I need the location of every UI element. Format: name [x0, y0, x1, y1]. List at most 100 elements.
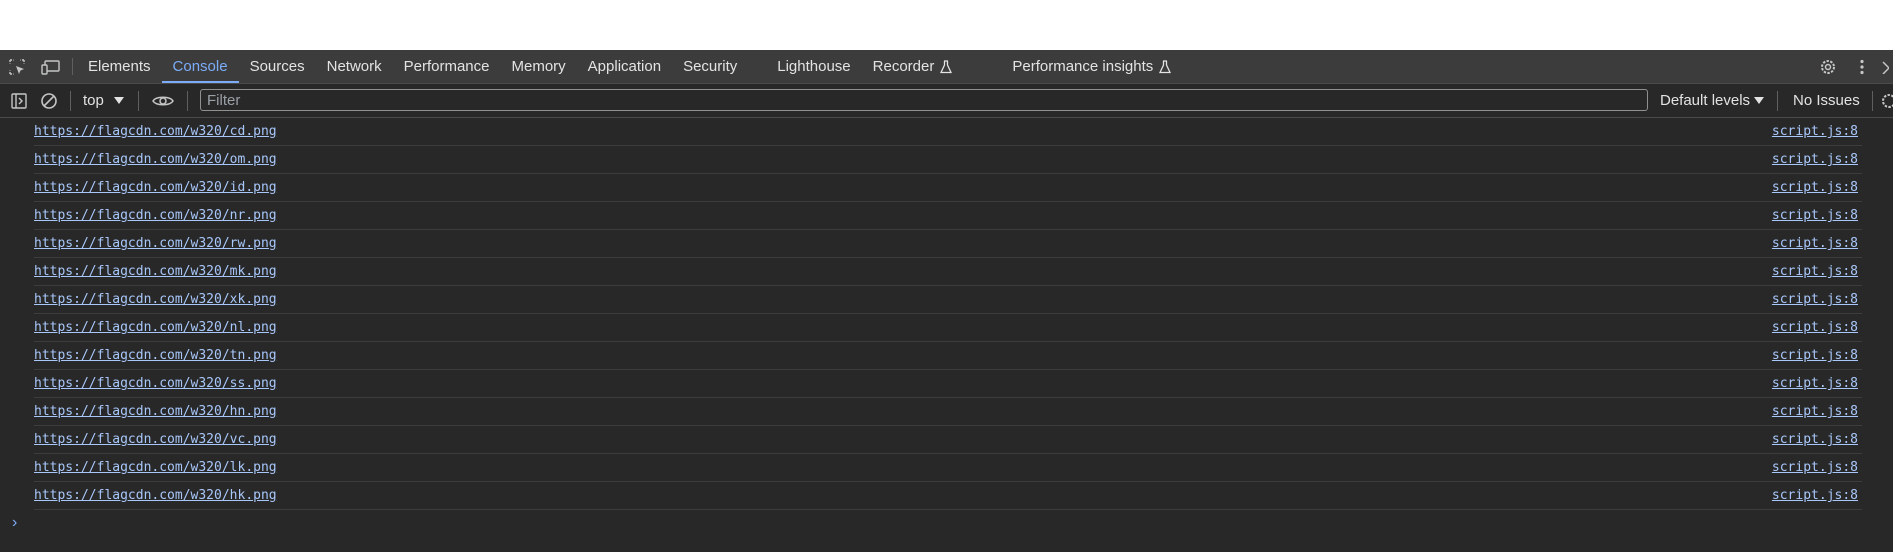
toolbar-divider [186, 90, 188, 111]
toolbar-divider [1872, 91, 1873, 111]
tab-spacer [963, 50, 1001, 83]
toolbar-divider [137, 90, 139, 111]
tab-label: Elements [88, 58, 151, 75]
console-toolbar: top Default levels No Issues [0, 84, 1893, 118]
console-message-row: https://flagcdn.com/w320/xk.png script.js… [34, 286, 1862, 314]
tab-label: Application [587, 58, 662, 75]
console-message-row: https://flagcdn.com/w320/lk.png script.js… [34, 454, 1862, 482]
toolbar-divider [70, 90, 71, 111]
tab-lighthouse[interactable]: Lighthouse [766, 50, 861, 83]
console-message-row: https://flagcdn.com/w320/tn.png script.js… [34, 342, 1862, 370]
tab-elements[interactable]: Elements [77, 50, 162, 83]
console-message-row: https://flagcdn.com/w320/id.png script.js… [34, 174, 1862, 202]
chevron-down-icon [1754, 97, 1765, 104]
inspect-element-icon[interactable] [0, 50, 34, 83]
experiment-flask-icon [940, 59, 953, 74]
sidebar-toggle-icon[interactable] [4, 84, 34, 117]
tab-recorder[interactable]: Recorder [862, 50, 964, 83]
issues-label: No Issues [1793, 92, 1860, 109]
more-vertical-icon[interactable] [1845, 58, 1879, 76]
tab-label: Memory [511, 58, 566, 75]
tab-list: Elements Console Sources Network Performance… [77, 50, 1182, 83]
tab-spacer [748, 50, 766, 83]
message-link[interactable]: https://flagcdn.com/w320/nl.png [34, 320, 277, 335]
message-link[interactable]: https://flagcdn.com/w320/id.png [34, 180, 277, 195]
tab-application[interactable]: Application [577, 50, 672, 83]
message-link[interactable]: https://flagcdn.com/w320/om.png [34, 152, 277, 167]
source-link[interactable]: script.js:8 [1772, 264, 1858, 279]
source-link[interactable]: script.js:8 [1772, 376, 1858, 391]
tab-label: Sources [249, 58, 305, 75]
message-link[interactable]: https://flagcdn.com/w320/vc.png [34, 432, 277, 447]
source-link[interactable]: script.js:8 [1772, 460, 1858, 475]
context-selector[interactable]: top [77, 92, 132, 109]
tabbar-actions [1802, 50, 1893, 83]
experiment-flask-icon [1159, 59, 1172, 74]
tab-label: Lighthouse [777, 58, 851, 75]
source-link[interactable]: script.js:8 [1772, 488, 1858, 503]
console-message-row: https://flagcdn.com/w320/om.png script.js… [34, 146, 1862, 174]
source-link[interactable]: script.js:8 [1772, 124, 1858, 139]
console-message-row: https://flagcdn.com/w320/nr.png script.js… [34, 202, 1862, 230]
live-expression-eye-icon[interactable] [145, 84, 181, 117]
source-link[interactable]: script.js:8 [1772, 292, 1858, 307]
toolbar-divider [72, 58, 73, 75]
tab-performance[interactable]: Performance [393, 50, 501, 83]
filter-input[interactable] [200, 89, 1648, 111]
message-link[interactable]: https://flagcdn.com/w320/hk.png [34, 488, 277, 503]
source-link[interactable]: script.js:8 [1772, 180, 1858, 195]
tab-label: Performance insights [1012, 58, 1154, 75]
close-icon[interactable] [1879, 60, 1893, 74]
console-message-row: https://flagcdn.com/w320/hk.png script.js… [34, 482, 1862, 510]
source-link[interactable]: script.js:8 [1772, 432, 1858, 447]
source-link[interactable]: script.js:8 [1772, 236, 1858, 251]
message-link[interactable]: https://flagcdn.com/w320/lk.png [34, 460, 277, 475]
log-levels-label: Default levels [1660, 92, 1751, 109]
message-link[interactable]: https://flagcdn.com/w320/rw.png [34, 236, 277, 251]
source-link[interactable]: script.js:8 [1772, 208, 1858, 223]
console-message-row: https://flagcdn.com/w320/nl.png script.js… [34, 314, 1862, 342]
console-prompt[interactable]: › [0, 510, 1893, 536]
console-message-row: https://flagcdn.com/w320/ss.png script.js… [34, 370, 1862, 398]
source-link[interactable]: script.js:8 [1772, 320, 1858, 335]
console-settings-gear-icon[interactable] [1880, 84, 1893, 117]
console-message-row: https://flagcdn.com/w320/vc.png script.js… [34, 426, 1862, 454]
source-link[interactable]: script.js:8 [1772, 404, 1858, 419]
tab-label: Network [326, 58, 382, 75]
console-message-row: https://flagcdn.com/w320/hn.png script.js… [34, 398, 1862, 426]
tab-label: Recorder [872, 58, 935, 75]
message-link[interactable]: https://flagcdn.com/w320/nr.png [34, 208, 277, 223]
gear-icon[interactable] [1811, 58, 1845, 76]
console-message-row: https://flagcdn.com/w320/cd.png script.js… [34, 118, 1862, 146]
tab-label: Security [683, 58, 738, 75]
tab-security[interactable]: Security [672, 50, 748, 83]
message-link[interactable]: https://flagcdn.com/w320/ss.png [34, 376, 277, 391]
device-toolbar-icon[interactable] [34, 50, 68, 83]
clear-console-icon[interactable] [34, 84, 64, 117]
context-label: top [83, 92, 104, 109]
message-link[interactable]: https://flagcdn.com/w320/cd.png [34, 124, 277, 139]
tab-network[interactable]: Network [316, 50, 393, 83]
issues-counter[interactable]: No Issues [1793, 84, 1860, 117]
chevron-down-icon [113, 97, 124, 104]
tab-sources[interactable]: Sources [239, 50, 316, 83]
message-link[interactable]: https://flagcdn.com/w320/tn.png [34, 348, 277, 363]
tab-performance-insights[interactable]: Performance insights [1001, 50, 1182, 83]
source-link[interactable]: script.js:8 [1772, 152, 1858, 167]
message-link[interactable]: https://flagcdn.com/w320/hn.png [34, 404, 277, 419]
log-levels-dropdown[interactable]: Default levels [1660, 84, 1765, 117]
tab-label: Console [172, 58, 228, 75]
toolbar-divider [1777, 91, 1778, 111]
devtools-panel: Elements Console Sources Network Performance… [0, 50, 1893, 552]
tab-label: Performance [403, 58, 490, 75]
console-message-row: https://flagcdn.com/w320/mk.png script.js… [34, 258, 1862, 286]
message-link[interactable]: https://flagcdn.com/w320/mk.png [34, 264, 277, 279]
console-message-row: https://flagcdn.com/w320/rw.png script.js… [34, 230, 1862, 258]
source-link[interactable]: script.js:8 [1772, 348, 1858, 363]
tab-console[interactable]: Console [161, 50, 239, 83]
console-messages: https://flagcdn.com/w320/cd.png script.js… [0, 118, 1893, 510]
page-viewport [0, 0, 1893, 50]
message-link[interactable]: https://flagcdn.com/w320/xk.png [34, 292, 277, 307]
prompt-chevron-icon: › [12, 514, 18, 531]
tab-memory[interactable]: Memory [501, 50, 577, 83]
